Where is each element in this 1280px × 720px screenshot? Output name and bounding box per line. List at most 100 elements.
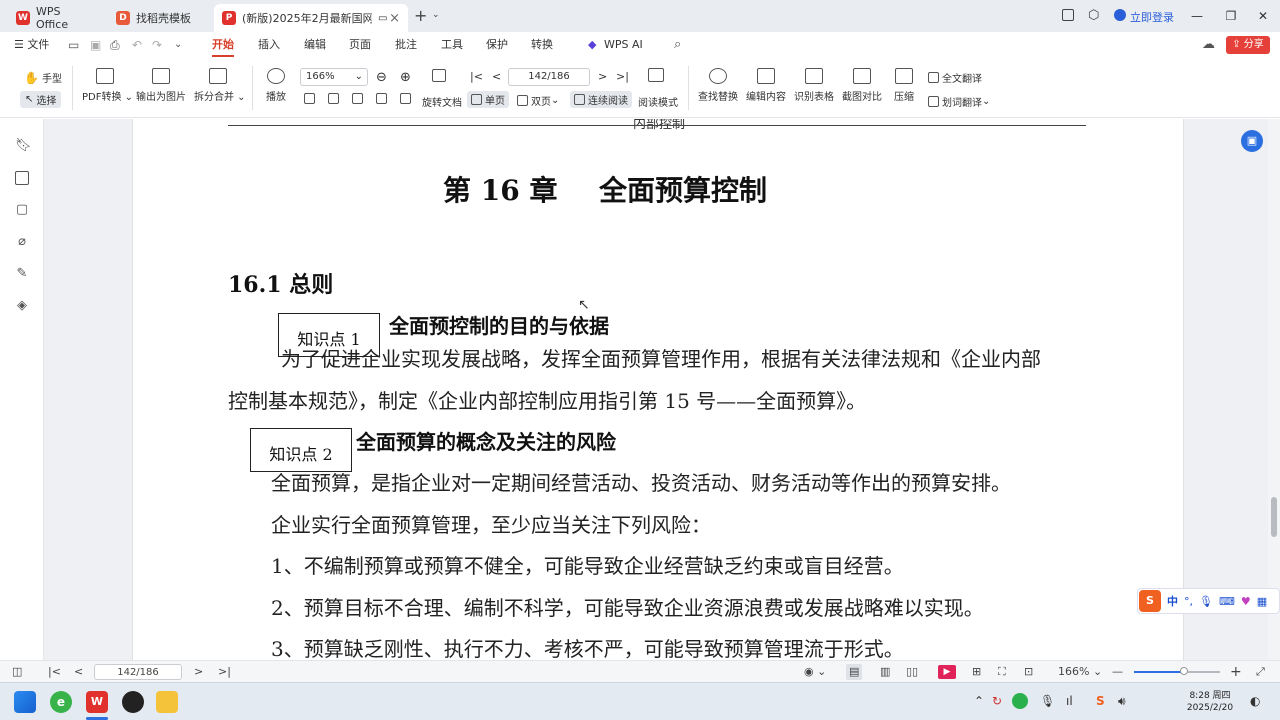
windows-start-icon[interactable] [14,691,36,713]
audio-wave-icon[interactable]: ıl [1066,694,1073,708]
actual-size-icon[interactable]: ⊡ [1024,664,1033,680]
rotate-document-button[interactable]: 旋转文档 [422,94,462,109]
clock[interactable]: 8:28 周四 2025/2/20 [1182,688,1238,713]
tab-protect[interactable]: 保护 [486,32,508,58]
read-mode-icon[interactable] [648,68,667,82]
search-icon[interactable]: ⌕ [674,32,681,58]
export-image-button[interactable]: 输出为图片 [136,68,186,103]
status-zoom[interactable]: 166% ⌄ [1058,664,1102,680]
hand-tool-button[interactable]: ✋ 手型 [24,70,62,86]
wps-taskbar-icon[interactable]: W [86,691,108,713]
fullscreen-icon[interactable]: ⤢ [1256,664,1265,680]
tab-template[interactable]: D 找稻壳模板 [108,4,212,32]
rotate-right-icon[interactable] [400,93,414,104]
ime-toolbar[interactable]: S 中 °, 🎙︎ ⌨ ♥ ▦ [1137,588,1280,614]
fit-width-icon[interactable] [352,93,366,104]
microphone-icon[interactable]: 🎙︎ [1199,595,1213,608]
first-page-icon[interactable]: |< [48,664,61,680]
zoom-in-icon[interactable]: ⊕ [400,70,411,85]
pdf-convert-button[interactable]: PDF转换 ⌄ [82,68,133,103]
chevron-down-icon[interactable]: ⌄ [174,32,182,58]
new-tab-icon[interactable]: + [414,6,427,25]
zoom-select[interactable]: 166% ⌄ [300,68,368,86]
attachment-icon[interactable]: ⌀ [15,235,29,249]
print-icon[interactable]: ⎙ [110,32,120,58]
login-link[interactable]: 立即登录 [1130,9,1174,25]
file-menu[interactable]: ☰ 文件 [14,32,49,58]
open-icon[interactable]: ▭ [68,32,79,58]
fit-page-icon[interactable]: ⛶ [998,664,1006,680]
zoom-slider[interactable] [1134,667,1220,675]
ime-mode[interactable]: 中 [1167,593,1178,609]
redo-icon[interactable]: ↷ [152,32,162,58]
next-page-icon[interactable]: > [194,664,203,680]
cube-icon[interactable]: ⬡ [1088,8,1099,23]
zoom-slider-handle[interactable] [1180,667,1189,675]
monitor-icon[interactable]: ▭ [378,13,387,24]
tab-edit[interactable]: 编辑 [304,32,326,58]
restore-icon[interactable]: ❐ [1214,0,1248,32]
grid-icon[interactable]: ▦ [1257,595,1267,608]
sidebar-toggle-icon[interactable]: ◫ [12,664,22,680]
wechat-icon[interactable] [1012,693,1028,709]
tray-app-icon[interactable]: ↻ [992,694,1002,708]
tab-tools[interactable]: 工具 [441,32,463,58]
assistant-float-icon[interactable]: ▣ [1241,130,1263,152]
rotate-left-icon[interactable] [376,93,390,104]
scrollbar-thumb[interactable] [1271,497,1277,537]
recognize-table-button[interactable]: 识别表格 [794,68,834,103]
layers-icon[interactable]: ◈ [15,299,29,313]
close-icon[interactable]: ✕ [1246,0,1280,32]
continuous-read-button[interactable]: 连续阅读 [570,91,632,108]
zoom-out-icon[interactable]: — [1112,664,1123,680]
tab-page[interactable]: 页面 [349,32,371,58]
word-translate-button[interactable]: 划词翻译 ⌄ [928,94,990,109]
zoom-in-icon[interactable]: + [1230,664,1242,680]
tab-convert[interactable]: 转换 [531,32,553,58]
thumbnail-icon[interactable] [15,171,29,185]
file-explorer-icon[interactable] [156,691,178,713]
undo-icon[interactable]: ↶ [132,32,142,58]
page-input[interactable]: 142/186 [508,68,590,86]
tab-wps-ai[interactable]: WPS AI [604,32,643,58]
tab-insert[interactable]: 插入 [258,32,280,58]
minimize-icon[interactable]: — [1180,0,1214,32]
app-icon[interactable] [122,691,144,713]
full-translate-button[interactable]: 全文翻译 [928,70,982,85]
save-icon[interactable]: ▣ [90,32,101,58]
chevron-down-icon[interactable]: ⌄ [432,10,440,20]
user-avatar-icon[interactable] [1114,9,1126,21]
zoom-out-icon[interactable]: ⊖ [376,70,387,85]
prev-page-icon[interactable]: < [74,664,83,680]
actual-size-icon[interactable] [304,93,318,104]
first-page-icon[interactable]: |< [470,70,483,83]
prev-page-icon[interactable]: < [492,70,501,83]
tab-comment[interactable]: 批注 [395,32,417,58]
punctuation-icon[interactable]: °, [1184,595,1193,608]
read-mode-button[interactable]: 阅读模式 [638,94,678,109]
volume-icon[interactable]: 🔊︎ [1118,694,1126,709]
window-layout-icon[interactable] [1062,9,1074,21]
split-merge-button[interactable]: 拆分合并 ⌄ [194,68,246,103]
tab-home[interactable]: 开始 [212,32,234,58]
single-page-view-icon[interactable]: ▤ [846,664,863,680]
notification-icon[interactable]: ◐ [1250,694,1260,708]
document-viewport[interactable]: 内部控制 第 16 章 全面预算控制 16.1 总则 知识点 1 全面预控制的目… [44,119,1268,660]
status-page-input[interactable]: 142/186 [94,664,182,680]
play-mode-icon[interactable]: ▶ [938,665,956,679]
bookmark-icon[interactable]: 🔖︎ [15,139,32,153]
sogou-tray-icon[interactable]: S [1096,694,1105,708]
play-button[interactable]: 播放 [262,68,290,103]
microphone-icon[interactable]: 🎙︎ [1040,694,1055,708]
tab-wps-office[interactable]: W WPS Office [8,4,104,32]
close-tab-icon[interactable]: × [389,11,400,26]
single-page-button[interactable]: 单页 [467,91,509,108]
share-button[interactable]: ⇪ 分享 [1226,36,1270,54]
fit-width-icon[interactable]: ⊞ [972,664,981,680]
tab-document[interactable]: P (新版)2025年2月最新国网 ▭ × [214,4,408,32]
vertical-scrollbar[interactable] [1268,119,1280,660]
eye-protect-icon[interactable]: ◉ ⌄ [804,664,826,680]
edit-content-button[interactable]: 编辑内容 [746,68,786,103]
next-page-icon[interactable]: > [598,70,607,83]
keyboard-icon[interactable]: ⌨ [1219,595,1235,608]
